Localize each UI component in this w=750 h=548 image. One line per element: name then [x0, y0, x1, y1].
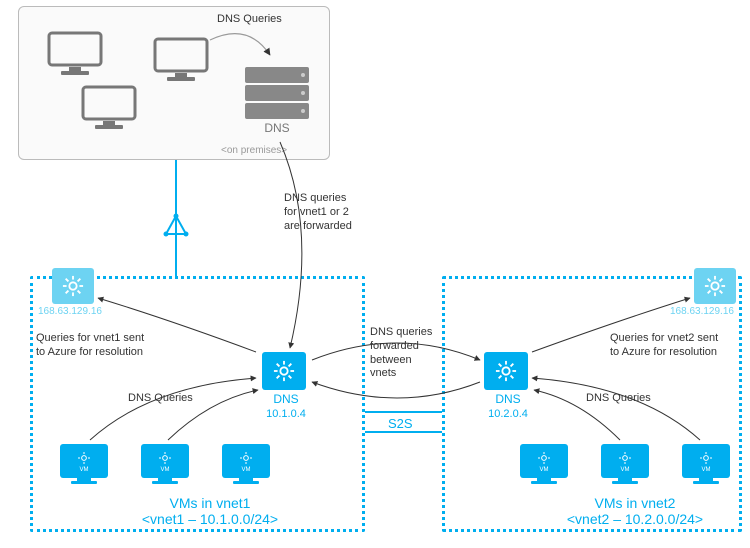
vnet2-range: <vnet2 – 10.2.0.0/24>	[540, 511, 730, 527]
gateway-triangle-icon	[164, 214, 189, 237]
dns-vnet2-ip: 10.2.0.4	[488, 408, 528, 420]
vnet2-title: VMs in vnet2 <vnet2 – 10.2.0.0/24>	[540, 495, 730, 527]
monitor-icon	[153, 37, 209, 85]
onprem-dns-label: DNS	[245, 121, 309, 135]
azure-dns-vnet2-icon	[694, 268, 736, 304]
vnet1-title: VMs in vnet1 <vnet1 – 10.1.0.0/24>	[120, 495, 300, 527]
vm-icon: VM	[222, 444, 270, 484]
gear-icon	[704, 275, 726, 297]
dns-vnet1-label: DNS 10.1.0.4	[258, 392, 314, 420]
azure-dns-ip-vnet1: 168.63.129.16	[38, 306, 102, 317]
vnet2-to-azure-annotation: Queries for vnet2 sent to Azure for reso…	[610, 332, 718, 360]
vm-icon: VM	[141, 444, 189, 484]
vm-icon: VM	[682, 444, 730, 484]
dns-vnet2-icon	[484, 352, 528, 390]
gear-icon	[62, 275, 84, 297]
dns-vnet1-icon	[262, 352, 306, 390]
vm-icon: VM	[520, 444, 568, 484]
vnet1-to-azure-annotation: Queries for vnet1 sent to Azure for reso…	[36, 332, 144, 360]
on-premises-label: <on premises>	[221, 145, 287, 156]
vm-icon: VM	[601, 444, 649, 484]
azure-dns-ip-vnet2: 168.63.129.16	[670, 306, 734, 317]
vnet1-range: <vnet1 – 10.1.0.0/24>	[120, 511, 300, 527]
vnet2-vms-label: VMs in vnet2	[595, 495, 676, 511]
forwarded-annotation: DNS queries for vnet1 or 2 are forwarded	[284, 192, 352, 233]
vnet2-dns-queries-annotation: DNS Queries	[586, 392, 651, 406]
vnet1-dns-queries-annotation: DNS Queries	[128, 392, 193, 406]
dns-vnet2-label: DNS 10.2.0.4	[480, 392, 536, 420]
vm-icon: VM	[60, 444, 108, 484]
gear-icon	[273, 360, 295, 382]
on-premises-box: DNS DNS Queries <on premises>	[18, 6, 330, 160]
dns-vnet1-text: DNS	[273, 392, 298, 406]
dns-vnet2-text: DNS	[495, 392, 520, 406]
monitor-icon	[81, 85, 137, 133]
dns-vnet1-ip: 10.1.0.4	[266, 408, 306, 420]
vnet1-vms-label: VMs in vnet1	[170, 495, 251, 511]
between-vnets-annotation: DNS queries forwarded between vnets	[370, 326, 432, 381]
gear-icon	[495, 360, 517, 382]
onprem-dns-queries-label: DNS Queries	[217, 13, 282, 27]
azure-dns-vnet1-icon	[52, 268, 94, 304]
server-icon: DNS	[245, 67, 309, 135]
s2s-label: S2S	[388, 416, 413, 431]
monitor-icon	[47, 31, 103, 79]
